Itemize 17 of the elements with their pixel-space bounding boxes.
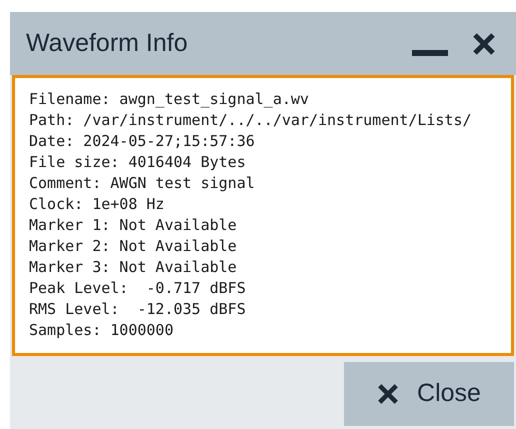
info-line: Comment: AWGN test signal [29, 173, 256, 194]
info-line: Path: /var/instrument/../../var/instrument/Lists/ [29, 110, 473, 131]
close-icon [472, 32, 496, 56]
close-button[interactable]: Close [344, 362, 514, 426]
info-line: RMS Level: -12.035 dBFS [29, 299, 247, 320]
info-line: Date: 2024-05-27;15:57:36 [29, 131, 256, 152]
info-line: Marker 3: Not Available [29, 257, 238, 278]
info-line: Samples: 1000000 [29, 320, 174, 341]
close-icon [377, 383, 400, 405]
info-line: Marker 1: Not Available [29, 215, 238, 236]
info-line: Clock: 1e+08 Hz [29, 194, 166, 215]
window-title: Waveform Info [26, 28, 189, 59]
info-line: Marker 2: Not Available [29, 236, 238, 257]
info-line: Filename: awgn_test_signal_a.wv [29, 89, 310, 110]
info-line: Peak Level: -0.717 dBFS [29, 278, 247, 299]
info-line: File size: 4016404 Bytes [29, 152, 247, 173]
minimize-icon [412, 50, 448, 56]
